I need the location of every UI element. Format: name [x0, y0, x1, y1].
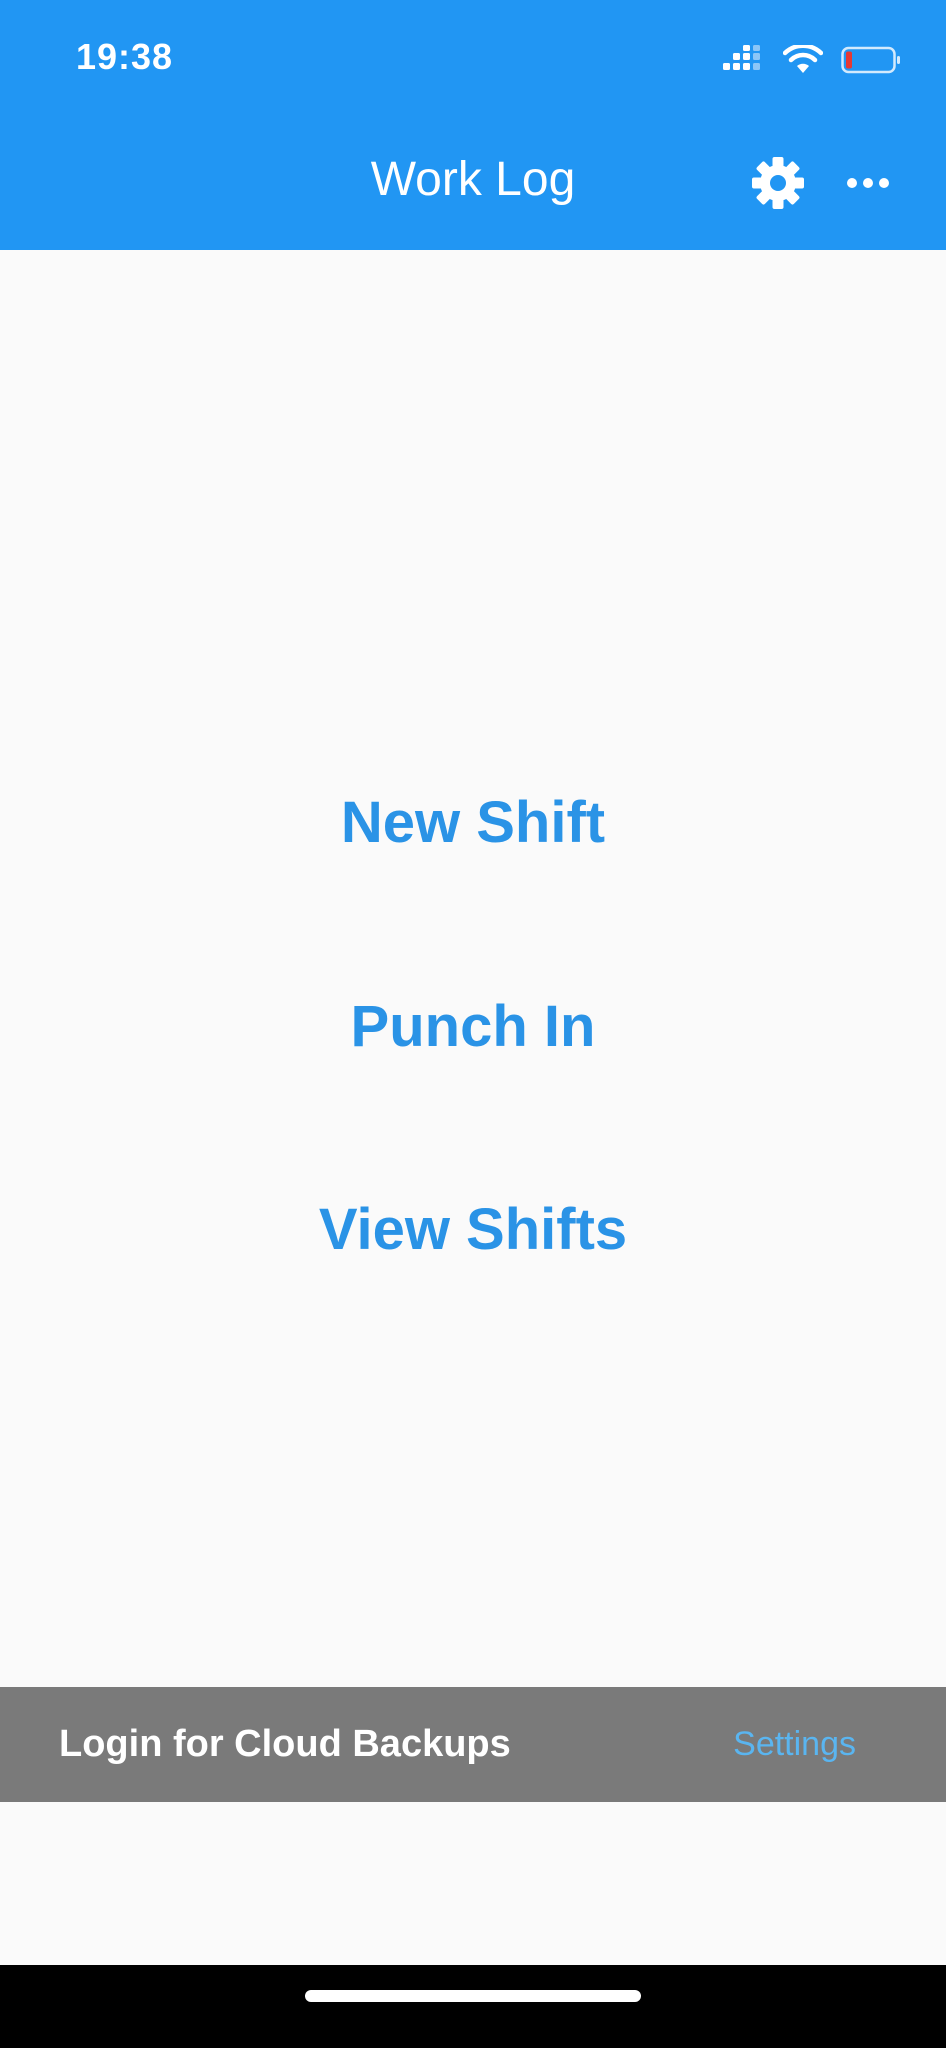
status-time: 19:38 — [76, 36, 174, 77]
punch-in-button[interactable]: Punch In — [0, 987, 946, 1067]
status-bar: 19:38 — [0, 0, 946, 120]
more-icon — [846, 176, 890, 194]
more-options-button[interactable] — [840, 160, 896, 210]
settings-button[interactable] — [748, 155, 808, 215]
cloud-backup-banner: Login for Cloud Backups Settings — [0, 1687, 946, 1802]
new-shift-button[interactable]: New Shift — [0, 783, 946, 863]
banner-settings-button[interactable]: Settings — [733, 1687, 856, 1802]
status-icons — [723, 43, 901, 80]
home-indicator[interactable] — [305, 1990, 641, 2002]
view-shifts-button[interactable]: View Shifts — [0, 1190, 946, 1270]
home-indicator-area — [0, 1965, 946, 2048]
gear-icon — [751, 156, 805, 215]
wifi-icon — [782, 43, 824, 80]
signal-icon — [723, 44, 765, 80]
screen: 19:38 Work Log New Shift Punch In View S… — [0, 0, 946, 2048]
app-bar: Work Log — [0, 120, 946, 250]
battery-icon — [841, 45, 901, 80]
cloud-backup-label: Login for Cloud Backups — [59, 1723, 511, 1765]
